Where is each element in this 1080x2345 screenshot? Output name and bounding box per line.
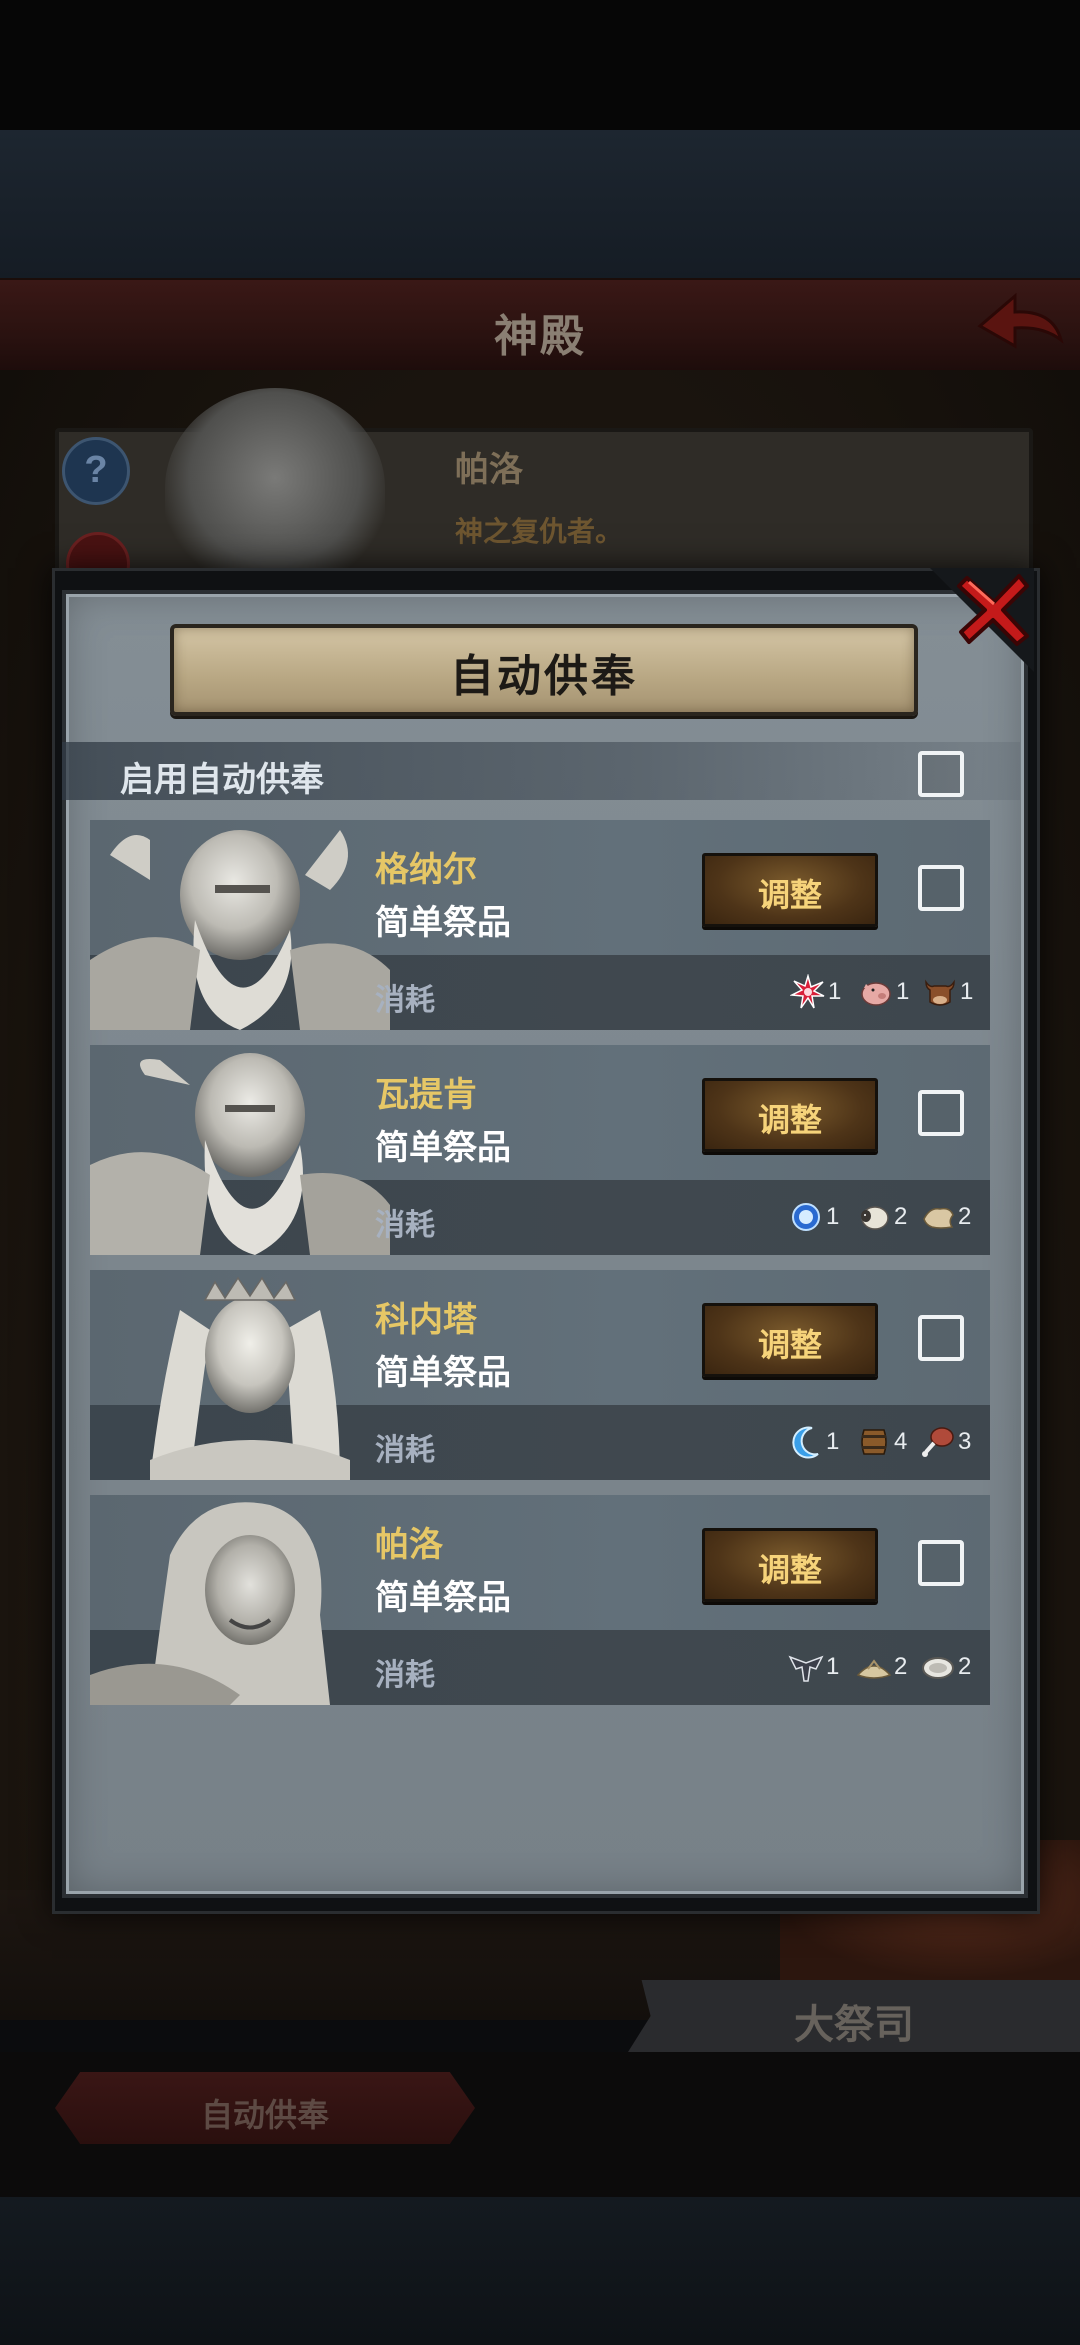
leather-icon bbox=[923, 1207, 954, 1229]
god-offering: 简单祭品 bbox=[375, 1354, 511, 1392]
god-offering: 简单祭品 bbox=[375, 1579, 511, 1617]
resource-count: 1 bbox=[826, 1653, 840, 1680]
resource-count: 1 bbox=[896, 978, 910, 1005]
god-name: 格纳尔 bbox=[375, 851, 477, 889]
status-bar-area bbox=[0, 0, 1080, 130]
god-offering: 简单祭品 bbox=[375, 904, 511, 942]
grain-icon bbox=[856, 1659, 892, 1679]
resource-count: 2 bbox=[958, 1653, 972, 1680]
resource-item: 2 bbox=[920, 1197, 971, 1237]
hero-portrait bbox=[165, 388, 385, 588]
god-portrait bbox=[90, 1502, 330, 1705]
background-stone bbox=[0, 130, 1080, 280]
enable-auto-offering-checkbox[interactable] bbox=[918, 751, 964, 797]
resource-item: 1 bbox=[858, 972, 909, 1012]
resource-count: 1 bbox=[960, 978, 974, 1005]
god-row: 科内塔 简单祭品 调整 消耗 1 4 3 bbox=[90, 1270, 990, 1480]
resource-count: 1 bbox=[826, 1428, 840, 1455]
god-checkbox[interactable] bbox=[918, 1315, 964, 1361]
consume-label: 消耗 bbox=[375, 984, 435, 1017]
resource-item: 2 bbox=[920, 1647, 971, 1687]
cow-icon bbox=[925, 979, 955, 1006]
blue-orb-icon bbox=[792, 1203, 820, 1231]
consume-label: 消耗 bbox=[375, 1434, 435, 1467]
god-row: 瓦提肯 简单祭品 调整 消耗 1 2 2 bbox=[90, 1045, 990, 1255]
resource-item: 1 bbox=[788, 1197, 839, 1237]
resource-item: 1 bbox=[788, 1647, 839, 1687]
fish-icon bbox=[922, 1657, 954, 1679]
god-checkbox[interactable] bbox=[918, 1090, 964, 1136]
high-priest-tab-label: 大祭司 bbox=[794, 2003, 914, 2047]
adjust-button-label: 调整 bbox=[757, 1552, 822, 1588]
god-portrait bbox=[150, 1276, 350, 1480]
god-row: 格纳尔 简单祭品 调整 消耗 1 1 1 bbox=[90, 820, 990, 1030]
god-portrait bbox=[90, 1053, 390, 1255]
consume-label: 消耗 bbox=[375, 1209, 435, 1242]
enable-auto-offering-label: 启用自动供奉 bbox=[120, 761, 324, 799]
resource-item: 2 bbox=[856, 1197, 907, 1237]
resource-item: 1 bbox=[790, 972, 841, 1012]
resource-count: 2 bbox=[958, 1203, 972, 1230]
resource-count: 1 bbox=[828, 978, 842, 1005]
resource-item: 1 bbox=[922, 972, 973, 1012]
page-title: 神殿 bbox=[494, 312, 586, 361]
resource-count: 4 bbox=[894, 1428, 908, 1455]
dialog-title: 自动供奉 bbox=[450, 652, 638, 701]
back-arrow-icon[interactable] bbox=[975, 288, 1065, 358]
god-offering: 简单祭品 bbox=[375, 1129, 511, 1167]
resource-item: 4 bbox=[856, 1422, 907, 1462]
auto-offering-button-label: 自动供奉 bbox=[200, 2097, 329, 2133]
resource-count: 2 bbox=[894, 1203, 908, 1230]
god-portrait bbox=[90, 830, 390, 1030]
pig-icon bbox=[861, 982, 891, 1006]
resource-count: 1 bbox=[826, 1203, 840, 1230]
sheep-icon bbox=[861, 1206, 889, 1230]
blue-crescent-icon bbox=[792, 1426, 819, 1459]
god-row: 帕洛 简单祭品 调整 消耗 1 2 2 bbox=[90, 1495, 990, 1705]
red-burst-icon bbox=[790, 974, 825, 1009]
consume-label: 消耗 bbox=[375, 1659, 435, 1692]
resource-item: 2 bbox=[856, 1647, 907, 1687]
close-icon[interactable] bbox=[955, 570, 1033, 648]
god-checkbox[interactable] bbox=[918, 1540, 964, 1586]
adjust-button-label: 调整 bbox=[757, 1327, 822, 1363]
question-icon[interactable]: ? bbox=[62, 437, 130, 505]
meat-leg-icon bbox=[922, 1427, 954, 1457]
god-name: 帕洛 bbox=[375, 1526, 443, 1564]
resource-item: 1 bbox=[788, 1422, 839, 1462]
god-name: 瓦提肯 bbox=[375, 1076, 477, 1114]
barrel-icon bbox=[861, 1429, 887, 1455]
dark-emblem-icon bbox=[788, 1655, 824, 1682]
hero-name: 帕洛 bbox=[455, 451, 523, 489]
god-checkbox[interactable] bbox=[918, 865, 964, 911]
hero-description: 神之复仇者。 bbox=[455, 516, 624, 547]
footer-area bbox=[0, 2197, 1080, 2345]
adjust-button-label: 调整 bbox=[757, 877, 822, 913]
resource-count: 3 bbox=[958, 1428, 972, 1455]
resource-item: 3 bbox=[920, 1422, 971, 1462]
god-name: 科内塔 bbox=[375, 1301, 477, 1339]
adjust-button-label: 调整 bbox=[757, 1102, 822, 1138]
resource-count: 2 bbox=[894, 1653, 908, 1680]
